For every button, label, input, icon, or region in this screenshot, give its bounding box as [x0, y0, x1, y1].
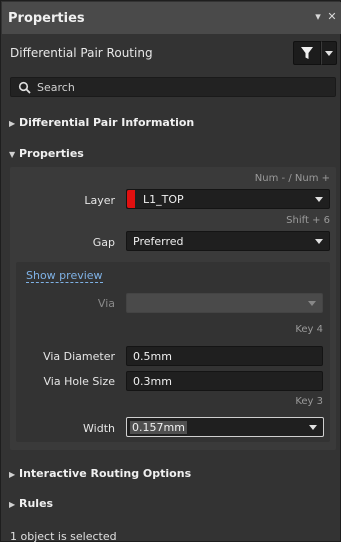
- via-diameter-label: Via Diameter: [43, 350, 115, 363]
- search-placeholder: Search: [37, 81, 75, 94]
- layer-value: L1_TOP: [143, 193, 184, 206]
- section-label: Interactive Routing Options: [19, 467, 192, 480]
- filter-dropdown-button[interactable]: [321, 41, 337, 65]
- panel-header: Differential Pair Routing: [2, 34, 341, 74]
- search-icon: [18, 81, 31, 94]
- chevron-down-icon: [325, 51, 333, 56]
- chevron-down-icon: [315, 197, 323, 202]
- width-label: Width: [83, 422, 115, 435]
- gap-select[interactable]: Preferred: [126, 231, 330, 251]
- expand-arrow-icon: ▶: [9, 500, 16, 509]
- via-hole-size-value: 0.3mm: [133, 375, 172, 388]
- collapse-arrow-icon: ▼: [9, 150, 16, 159]
- section-label: Differential Pair Information: [19, 116, 195, 129]
- section-label: Properties: [19, 147, 84, 160]
- via-label: Via: [97, 297, 115, 310]
- via-diameter-value: 0.5mm: [133, 350, 172, 363]
- gap-value: Preferred: [133, 235, 184, 248]
- expand-arrow-icon: ▶: [9, 119, 16, 128]
- context-label: Differential Pair Routing: [10, 46, 153, 60]
- layer-color-swatch: [127, 190, 135, 208]
- layer-shortcut-hint: Num - / Num +: [254, 173, 330, 184]
- section-properties[interactable]: ▼ Properties: [9, 147, 84, 160]
- via-hole-size-label: Via Hole Size: [43, 375, 115, 388]
- width-select[interactable]: 0.157mm: [126, 417, 324, 437]
- panel-menu-icon[interactable]: ▾: [312, 11, 324, 23]
- via-select[interactable]: [126, 293, 323, 313]
- panel-titlebar[interactable]: Properties ▾ ✕: [2, 2, 341, 34]
- chevron-down-icon: [315, 239, 323, 244]
- expand-arrow-icon: ▶: [9, 470, 16, 479]
- via-shortcut-hint: Key 4: [295, 324, 323, 335]
- via-hole-size-field[interactable]: 0.3mm: [126, 371, 323, 391]
- filter-icon: [301, 47, 313, 59]
- show-preview-link[interactable]: Show preview: [26, 269, 103, 283]
- via-diameter-field[interactable]: 0.5mm: [126, 346, 323, 366]
- section-rules[interactable]: ▶ Rules: [9, 497, 53, 510]
- filter-button[interactable]: [293, 41, 321, 65]
- close-icon[interactable]: ✕: [326, 11, 338, 23]
- search-input[interactable]: Search: [10, 77, 336, 97]
- width-value[interactable]: 0.157mm: [130, 421, 187, 434]
- gap-shortcut-hint: Shift + 6: [286, 215, 330, 226]
- chevron-down-icon: [308, 301, 316, 306]
- properties-panel: Properties ▾ ✕ Differential Pair Routing…: [0, 0, 341, 542]
- layer-label: Layer: [84, 194, 115, 207]
- width-shortcut-hint: Key 3: [295, 396, 323, 407]
- gap-label: Gap: [92, 236, 115, 249]
- status-text: 1 object is selected: [10, 530, 117, 542]
- section-differential-pair-information[interactable]: ▶ Differential Pair Information: [9, 116, 194, 129]
- panel-title: Properties: [8, 11, 85, 26]
- layer-select[interactable]: L1_TOP: [126, 189, 330, 209]
- section-interactive-routing-options[interactable]: ▶ Interactive Routing Options: [9, 467, 191, 480]
- section-label: Rules: [19, 497, 54, 510]
- chevron-down-icon: [309, 425, 317, 430]
